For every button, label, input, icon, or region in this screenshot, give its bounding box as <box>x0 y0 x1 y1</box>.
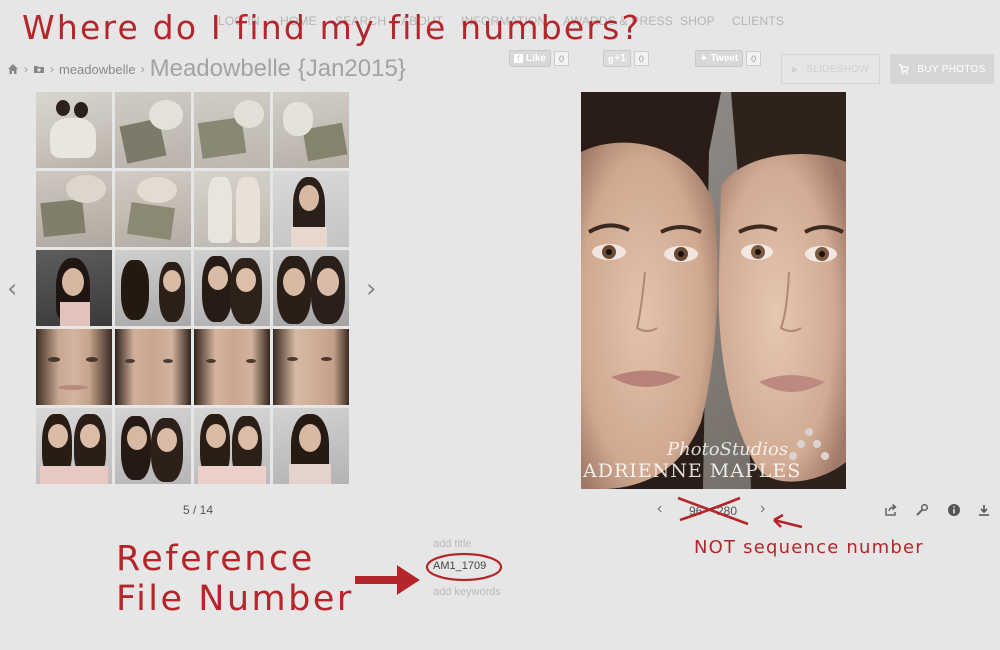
file-number-circle <box>425 552 503 582</box>
annotation-reference-line2: File Number <box>116 579 354 619</box>
annotation-not-sequence: NOT sequence number <box>694 537 924 558</box>
reference-arrow-icon <box>355 565 420 595</box>
cross-out-line <box>677 496 749 526</box>
annotation-reference-line1: Reference <box>116 539 315 579</box>
